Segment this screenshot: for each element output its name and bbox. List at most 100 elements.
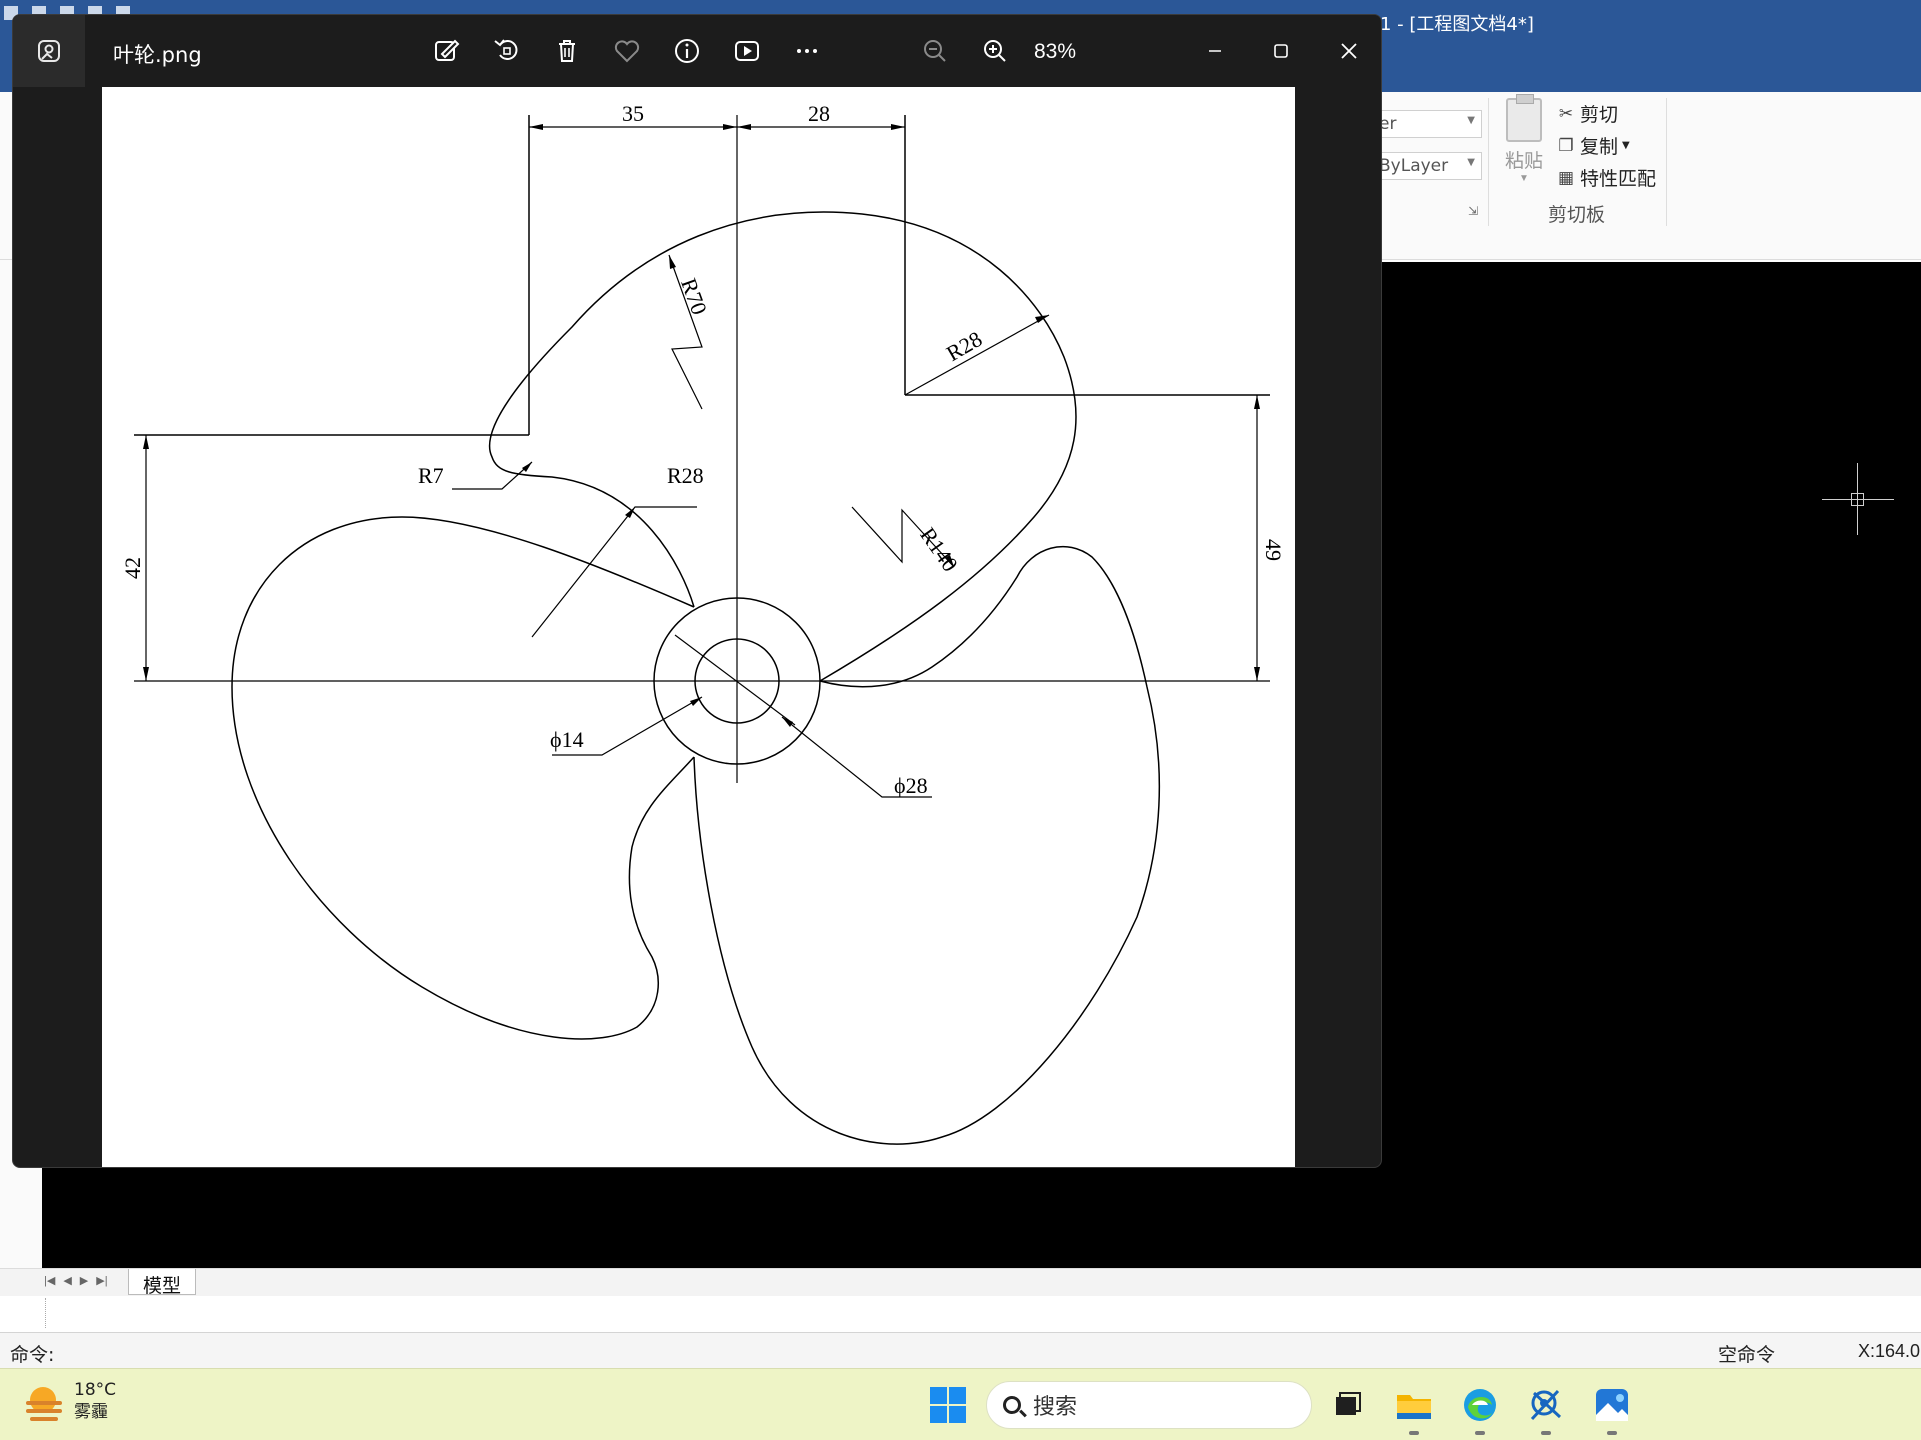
chevron-down-icon: ▼ xyxy=(1467,157,1475,168)
edge-icon xyxy=(1464,1389,1496,1421)
match-properties-label: 特性匹配 xyxy=(1580,168,1657,190)
paste-button[interactable]: 粘贴 ▼ xyxy=(1500,94,1548,198)
tab-model[interactable]: 模型 xyxy=(128,1269,197,1297)
edit-image-icon xyxy=(435,39,460,61)
clipboard-icon xyxy=(1506,94,1542,142)
chevron-down-icon: ▼ xyxy=(1622,140,1630,151)
search-placeholder: 搜索 xyxy=(1033,1395,1078,1420)
delete-button[interactable] xyxy=(551,35,583,67)
zoom-in-icon xyxy=(984,40,1006,62)
file-explorer-button[interactable] xyxy=(1392,1383,1436,1435)
running-indicator xyxy=(1475,1431,1485,1435)
zoom-in-button[interactable] xyxy=(979,35,1011,67)
weather-description: 雾霾 xyxy=(74,1402,108,1422)
edge-browser-button[interactable] xyxy=(1458,1383,1502,1435)
image-canvas[interactable]: 35 28 42 49 R70 R28 R7 R28 R140 ϕ14 ϕ28 xyxy=(102,87,1295,1167)
impeller-drawing: 35 28 42 49 R70 R28 R7 R28 R140 ϕ14 ϕ28 xyxy=(120,101,1286,1145)
layout-tabs-bar: |◀ ◀ ▶ ▶| 模型 xyxy=(0,1268,1921,1297)
edit-image-button[interactable] xyxy=(431,35,463,67)
photos-app-icon xyxy=(13,15,85,87)
status-command: 空命令 xyxy=(1718,1344,1776,1366)
viewer-titlebar: 叶轮.png 83% xyxy=(13,15,1381,87)
favorite-button[interactable] xyxy=(611,35,643,67)
ribbon-divider xyxy=(1488,98,1489,226)
photos-app-button[interactable] xyxy=(1590,1383,1634,1435)
haze-weather-icon xyxy=(24,1381,64,1421)
linetype-combo-value: ByLayer xyxy=(1379,156,1449,176)
tab-navigation: |◀ ◀ ▶ ▶| xyxy=(44,1274,108,1287)
dimension-arrowheads xyxy=(143,124,1260,727)
command-input-label[interactable]: 命令: xyxy=(10,1340,54,1367)
dim-r7: R7 xyxy=(418,463,444,488)
weather-temperature: 18°C xyxy=(74,1380,117,1400)
layer-combo[interactable]: er ▼ xyxy=(1372,110,1482,138)
maximize-button[interactable] xyxy=(1259,29,1303,73)
command-history-box xyxy=(6,1298,46,1328)
photo-viewer-window: 叶轮.png 83% 35 28 42 49 R70 R28 R7 R28 R1… xyxy=(12,14,1382,1168)
first-tab-icon[interactable]: |◀ xyxy=(44,1274,55,1287)
cad-app-icon xyxy=(1530,1389,1562,1421)
command-history xyxy=(0,1296,1921,1332)
slideshow-button[interactable] xyxy=(731,35,763,67)
trash-icon xyxy=(559,40,575,62)
dim-phi28: ϕ28 xyxy=(894,773,928,798)
cut-button[interactable]: ✂ 剪切 xyxy=(1556,100,1618,127)
copy-label: 复制 xyxy=(1580,136,1619,158)
dim-r28-left: R28 xyxy=(667,463,704,488)
dim-42: 42 xyxy=(120,557,145,579)
chevron-down-icon: ▼ xyxy=(1467,115,1475,126)
taskbar-search[interactable]: 搜索 xyxy=(986,1381,1312,1429)
close-icon xyxy=(1341,43,1357,59)
chevron-down-icon: ▼ xyxy=(1519,173,1529,184)
dim-r140: R140 xyxy=(915,523,963,576)
more-options-button[interactable] xyxy=(791,35,823,67)
dim-r28-top: R28 xyxy=(942,326,986,366)
folder-icon xyxy=(1397,1395,1431,1419)
dim-49: 49 xyxy=(1261,539,1286,561)
task-view-button[interactable] xyxy=(1326,1383,1370,1427)
taskbar: 18°C 雾霾 搜索 xyxy=(0,1368,1921,1440)
search-icon xyxy=(1003,1396,1021,1414)
running-indicator xyxy=(1607,1431,1617,1435)
last-tab-icon[interactable]: ▶| xyxy=(96,1274,107,1287)
file-info-button[interactable] xyxy=(671,35,703,67)
linetype-combo[interactable]: ByLayer ▼ xyxy=(1372,152,1482,180)
match-properties-button[interactable]: ▦ 特性匹配 xyxy=(1556,164,1656,191)
paste-label: 粘贴 xyxy=(1504,150,1543,172)
next-tab-icon[interactable]: ▶ xyxy=(80,1274,88,1287)
rotate-button[interactable] xyxy=(491,35,523,67)
prev-tab-icon[interactable]: ◀ xyxy=(63,1274,71,1287)
blade-left xyxy=(231,516,695,1040)
weather-widget[interactable]: 18°C 雾霾 xyxy=(24,1379,116,1423)
photos-icon xyxy=(1596,1389,1628,1421)
cut-label: 剪切 xyxy=(1580,104,1619,126)
cad-window-title: 1 - [工程图文档4*] xyxy=(1380,14,1534,35)
running-indicator xyxy=(1541,1431,1551,1435)
task-view-icon xyxy=(1336,1392,1361,1415)
crosshair-pickbox xyxy=(1851,493,1864,506)
cad-app-button[interactable] xyxy=(1524,1383,1568,1435)
copy-icon: ❐ xyxy=(1558,135,1574,156)
zoom-out-button[interactable] xyxy=(919,35,951,67)
start-button[interactable] xyxy=(930,1387,966,1423)
windows-logo-icon xyxy=(930,1387,947,1404)
more-icon xyxy=(797,49,817,53)
dim-phi14: ϕ14 xyxy=(550,727,584,752)
command-line: 命令: 空命令 X:164.0 xyxy=(0,1332,1921,1368)
copy-button[interactable]: ❐ 复制 ▼ xyxy=(1556,132,1630,159)
slideshow-icon xyxy=(735,41,759,61)
minimize-button[interactable] xyxy=(1193,29,1237,73)
close-button[interactable] xyxy=(1327,29,1371,73)
scissors-icon: ✂ xyxy=(1558,103,1574,124)
zoom-level[interactable]: 83% xyxy=(1034,40,1076,64)
paintbrush-icon: ▦ xyxy=(1557,167,1575,188)
heart-icon xyxy=(614,40,640,63)
cursor-coordinates: X:164.0 xyxy=(1858,1341,1921,1361)
running-indicator xyxy=(1409,1431,1419,1435)
dialog-launcher-icon[interactable]: ⇲ xyxy=(1468,204,1478,218)
dim-35: 35 xyxy=(622,101,644,126)
clipboard-group-label: 剪切板 xyxy=(1548,204,1606,226)
info-icon xyxy=(675,39,699,63)
file-name: 叶轮.png xyxy=(113,43,202,67)
blade-lower-right xyxy=(693,545,1161,1145)
